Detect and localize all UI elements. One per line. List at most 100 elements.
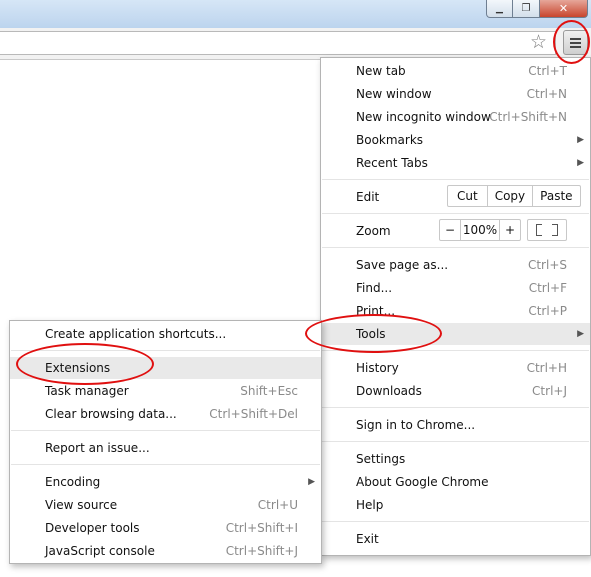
menu-item-label: Create application shortcuts... xyxy=(45,327,227,341)
address-bar[interactable] xyxy=(0,31,556,55)
copy-button[interactable]: Copy xyxy=(486,186,532,206)
minimize-icon: ▁ xyxy=(496,3,503,14)
cut-button[interactable]: Cut xyxy=(448,186,487,206)
submenu-item-js-console[interactable]: JavaScript console Ctrl+Shift+J xyxy=(10,540,321,562)
menu-item-label: Downloads xyxy=(356,384,422,398)
menu-item-print[interactable]: Print... Ctrl+P xyxy=(321,300,590,322)
menu-line-icon xyxy=(570,45,581,48)
submenu-item-create-shortcuts[interactable]: Create application shortcuts... xyxy=(10,323,321,345)
menu-item-label: Task manager xyxy=(45,384,129,398)
edit-button-group: Cut Copy Paste xyxy=(447,185,581,207)
menu-separator xyxy=(322,407,589,408)
menu-separator xyxy=(322,213,589,214)
menu-item-save-page[interactable]: Save page as... Ctrl+S xyxy=(321,254,590,276)
menu-item-label: About Google Chrome xyxy=(356,475,489,489)
menu-separator xyxy=(322,521,589,522)
submenu-arrow-icon: ▶ xyxy=(308,477,315,487)
menu-item-shortcut: Ctrl+Shift+N xyxy=(489,110,567,124)
menu-separator xyxy=(322,247,589,248)
menu-item-bookmarks[interactable]: Bookmarks ▶ xyxy=(321,129,590,151)
bookmark-star-icon[interactable]: ☆ xyxy=(530,32,547,52)
submenu-item-task-manager[interactable]: Task manager Shift+Esc xyxy=(10,380,321,402)
menu-item-shortcut: Ctrl+N xyxy=(526,87,567,101)
menu-separator xyxy=(322,179,589,180)
menu-item-label: Save page as... xyxy=(356,258,449,272)
submenu-item-report-issue[interactable]: Report an issue... xyxy=(10,437,321,459)
menu-line-icon xyxy=(570,41,581,44)
menu-item-downloads[interactable]: Downloads Ctrl+J xyxy=(321,380,590,402)
menu-item-recent-tabs[interactable]: Recent Tabs ▶ xyxy=(321,152,590,174)
menu-item-label: Developer tools xyxy=(45,521,140,535)
menu-item-shortcut: Ctrl+U xyxy=(257,498,298,512)
fullscreen-icon xyxy=(552,230,558,236)
menu-item-tools[interactable]: Tools ▶ xyxy=(321,323,590,345)
menu-item-label: Exit xyxy=(356,532,379,546)
minimize-button[interactable]: ▁ xyxy=(486,0,513,18)
menu-line-icon xyxy=(570,37,581,40)
menu-item-label: Help xyxy=(356,498,384,512)
menu-item-label: Report an issue... xyxy=(45,441,150,455)
zoom-level: 100% xyxy=(460,220,499,240)
browser-toolbar: ☆ xyxy=(0,28,591,60)
menu-item-shortcut: Ctrl+H xyxy=(526,361,567,375)
menu-item-label: JavaScript console xyxy=(45,544,155,558)
menu-item-new-incognito[interactable]: New incognito window Ctrl+Shift+N xyxy=(321,106,590,128)
fullscreen-icon xyxy=(536,230,542,236)
zoom-out-button[interactable]: − xyxy=(440,220,460,240)
menu-item-settings[interactable]: Settings xyxy=(321,448,590,470)
menu-item-exit[interactable]: Exit xyxy=(321,528,590,550)
submenu-arrow-icon: ▶ xyxy=(577,329,584,339)
submenu-item-clear-browsing[interactable]: Clear browsing data... Ctrl+Shift+Del xyxy=(10,403,321,425)
menu-item-edit: Edit Cut Copy Paste xyxy=(321,185,590,208)
submenu-item-developer-tools[interactable]: Developer tools Ctrl+Shift+I xyxy=(10,517,321,539)
menu-item-label: History xyxy=(356,361,399,375)
menu-item-label: Recent Tabs xyxy=(356,156,428,170)
menu-item-shortcut: Ctrl+T xyxy=(528,64,567,78)
menu-item-label: New window xyxy=(356,87,432,101)
chrome-menu-button[interactable] xyxy=(563,30,588,55)
title-bar: ▁ ❐ ✕ xyxy=(0,0,591,28)
menu-item-find[interactable]: Find... Ctrl+F xyxy=(321,277,590,299)
zoom-control: − 100% + xyxy=(439,219,521,241)
fullscreen-button[interactable] xyxy=(527,219,567,241)
menu-item-sign-in[interactable]: Sign in to Chrome... xyxy=(321,414,590,436)
menu-item-label: Zoom xyxy=(356,224,391,238)
close-button[interactable]: ✕ xyxy=(540,0,588,18)
menu-item-label: Tools xyxy=(356,327,386,341)
menu-item-zoom: Zoom − 100% + xyxy=(321,219,590,242)
menu-item-label: Clear browsing data... xyxy=(45,407,177,421)
restore-icon: ❐ xyxy=(521,3,531,14)
menu-item-help[interactable]: Help xyxy=(321,494,590,516)
menu-item-shortcut: Ctrl+P xyxy=(528,304,567,318)
menu-item-label: Print... xyxy=(356,304,396,318)
menu-item-new-tab[interactable]: New tab Ctrl+T xyxy=(321,60,590,82)
menu-item-about[interactable]: About Google Chrome xyxy=(321,471,590,493)
menu-item-label: New incognito window xyxy=(356,110,491,124)
submenu-item-extensions[interactable]: Extensions xyxy=(10,357,321,379)
menu-separator xyxy=(322,441,589,442)
menu-item-shortcut: Ctrl+Shift+J xyxy=(225,544,298,558)
menu-item-shortcut: Ctrl+S xyxy=(527,258,567,272)
tools-submenu: Create application shortcuts... Extensio… xyxy=(9,320,322,564)
menu-item-label: New tab xyxy=(356,64,406,78)
paste-button[interactable]: Paste xyxy=(532,186,579,206)
menu-item-label: View source xyxy=(45,498,118,512)
menu-item-shortcut: Ctrl+F xyxy=(528,281,567,295)
submenu-item-view-source[interactable]: View source Ctrl+U xyxy=(10,494,321,516)
menu-item-label: Bookmarks xyxy=(356,133,424,147)
window-controls: ▁ ❐ ✕ xyxy=(486,0,588,19)
chrome-main-menu: New tab Ctrl+T New window Ctrl+N New inc… xyxy=(320,57,591,556)
menu-separator xyxy=(11,430,320,431)
menu-item-history[interactable]: History Ctrl+H xyxy=(321,357,590,379)
menu-item-shortcut: Ctrl+J xyxy=(532,384,567,398)
menu-item-label: Settings xyxy=(356,452,406,466)
maximize-button[interactable]: ❐ xyxy=(513,0,540,18)
submenu-arrow-icon: ▶ xyxy=(577,135,584,145)
submenu-item-encoding[interactable]: Encoding ▶ xyxy=(10,471,321,493)
menu-item-shortcut: Ctrl+Shift+I xyxy=(225,521,298,535)
menu-item-new-window[interactable]: New window Ctrl+N xyxy=(321,83,590,105)
zoom-in-button[interactable]: + xyxy=(499,220,520,240)
menu-item-label: Extensions xyxy=(45,361,111,375)
menu-separator xyxy=(322,350,589,351)
menu-item-label: Edit xyxy=(356,190,380,204)
